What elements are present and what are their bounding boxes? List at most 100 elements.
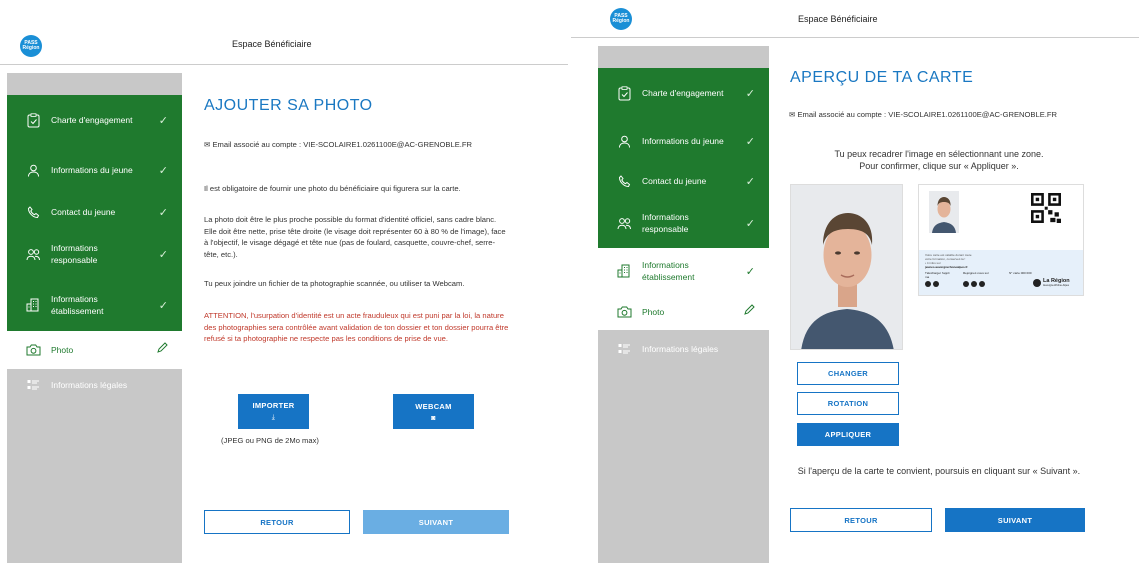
pass-region-logo: PASS Région	[20, 35, 42, 57]
check-icon: ✓	[158, 164, 168, 177]
social-icons	[963, 281, 985, 287]
region-logo: La Région Auvergne-Rhône-Alpes	[1033, 278, 1070, 287]
sidebar-item-responsable[interactable]: Informations responsable ✓	[7, 229, 182, 279]
card-info-band: Votre carte est valable durant toute vot…	[919, 250, 1083, 295]
user-icon	[25, 162, 41, 178]
photo-requirement-text: Il est obligatoire de fournir une photo …	[204, 184, 461, 193]
sidebar-item-legales[interactable]: Informations légales	[598, 334, 769, 364]
users-icon	[25, 246, 41, 262]
site-title: Espace Bénéficiaire	[232, 39, 312, 49]
file-format-hint: (JPEG ou PNG de 2Mo max)	[221, 436, 319, 445]
check-icon: ✓	[745, 175, 755, 188]
rotate-button[interactable]: ROTATION	[797, 392, 899, 415]
header-divider	[0, 64, 568, 65]
card-preview: Votre carte est valable durant toute vot…	[918, 184, 1084, 296]
photo-crop-area[interactable]	[790, 184, 903, 350]
sidebar-item-label: Photo	[642, 307, 665, 317]
pencil-icon	[156, 341, 168, 359]
back-button[interactable]: RETOUR	[790, 508, 932, 532]
users-icon	[616, 215, 632, 231]
app-store-icons	[925, 281, 939, 287]
header-divider	[571, 37, 1139, 38]
photo-format-text: La photo doit être le plus proche possib…	[204, 215, 506, 259]
sidebar-item-label: Informations établissement	[51, 294, 104, 316]
right-screen: PASS Région Espace Bénéficiaire Charte d…	[571, 0, 1139, 563]
sidebar-item-legales[interactable]: Informations légales	[7, 369, 182, 401]
continue-instruction: Si l'aperçu de la carte te convient, pou…	[797, 466, 1081, 476]
check-icon: ✓	[745, 265, 755, 278]
upload-options-text: Tu peux joindre un fichier de ta photogr…	[204, 279, 465, 288]
import-button[interactable]: IMPORTER ⤓	[238, 394, 309, 429]
sidebar-item-charte[interactable]: Charte d'engagement ✓	[7, 95, 182, 145]
camera-icon	[25, 342, 41, 358]
building-icon	[25, 297, 41, 313]
twitter-icon	[971, 281, 977, 287]
next-button[interactable]: SUIVANT	[945, 508, 1085, 532]
check-icon: ✓	[745, 87, 755, 100]
pencil-icon	[743, 303, 755, 321]
account-email: ✉ Email associé au compte : VIE-SCOLAIRE…	[204, 140, 473, 149]
account-email: ✉ Email associé au compte : VIE-SCOLAIRE…	[789, 110, 1058, 119]
sidebar-item-contact[interactable]: Contact du jeune ✓	[7, 195, 182, 229]
sidebar-item-label: Informations légales	[51, 380, 128, 390]
camera-icon: ◙	[431, 414, 436, 422]
sidebar-item-etablissement[interactable]: Informations établissement ✓	[598, 248, 769, 294]
list-icon	[616, 341, 632, 357]
sidebar-item-informations-jeune[interactable]: Informations du jeune ✓	[7, 145, 182, 195]
check-icon: ✓	[158, 299, 168, 312]
sidebar-item-label: Contact du jeune	[51, 207, 116, 217]
sidebar-item-photo[interactable]: Photo	[598, 294, 769, 330]
region-logo-icon	[1033, 279, 1041, 287]
clipboard-icon	[616, 85, 632, 101]
pass-region-logo: PASS Région	[610, 8, 632, 30]
sidebar-item-label: Informations établissement	[642, 260, 695, 282]
app-store-icon	[925, 281, 931, 287]
site-title: Espace Bénéficiaire	[798, 14, 878, 24]
identity-warning-text: ATTENTION, l'usurpation d'identité est u…	[204, 311, 509, 343]
sidebar-item-responsable[interactable]: Informations responsable ✓	[598, 198, 769, 248]
check-icon: ✓	[745, 135, 755, 148]
card-note: Votre carte est valable durant toute vot…	[925, 253, 972, 269]
qr-code-icon	[1031, 193, 1061, 223]
portrait-photo	[791, 185, 902, 349]
sidebar-item-contact[interactable]: Contact du jeune ✓	[598, 164, 769, 198]
card-join-label: Rejoignez-nous sur	[963, 271, 989, 275]
apply-button[interactable]: APPLIQUER	[797, 423, 899, 446]
back-button[interactable]: RETOUR	[204, 510, 350, 534]
phone-icon	[616, 173, 632, 189]
card-photo	[929, 191, 959, 233]
list-icon	[25, 377, 41, 393]
page-title: APERÇU DE TA CARTE	[790, 69, 974, 86]
sidebar: Charte d'engagement ✓ Informations du je…	[7, 73, 182, 563]
sidebar-item-photo[interactable]: Photo	[7, 331, 182, 369]
check-icon: ✓	[158, 206, 168, 219]
facebook-icon	[963, 281, 969, 287]
sidebar-item-label: Charte d'engagement	[642, 88, 724, 98]
sidebar-item-label: Informations responsable	[51, 243, 98, 265]
check-icon: ✓	[158, 248, 168, 261]
next-button[interactable]: SUIVANT	[363, 510, 509, 534]
download-icon: ⤓	[271, 414, 276, 421]
sidebar-item-label: Informations du jeune	[51, 165, 133, 175]
sidebar: Charte d'engagement ✓ Informations du je…	[598, 46, 769, 563]
play-store-icon	[933, 281, 939, 287]
card-number: N° carte 000 000	[1009, 271, 1032, 275]
clipboard-icon	[25, 112, 41, 128]
instagram-icon	[979, 281, 985, 287]
left-screen: PASS Région Espace Bénéficiaire Charte d…	[0, 0, 568, 563]
sidebar-item-etablissement[interactable]: Informations établissement ✓	[7, 279, 182, 331]
sidebar-item-charte[interactable]: Charte d'engagement ✓	[598, 68, 769, 118]
sidebar-item-label: Informations du jeune	[642, 136, 724, 146]
sidebar-item-label: Charte d'engagement	[51, 115, 133, 125]
crop-instruction: Tu peux recadrer l'image en sélectionnan…	[834, 149, 1044, 171]
sidebar-item-informations-jeune[interactable]: Informations du jeune ✓	[598, 118, 769, 164]
page-title: AJOUTER SA PHOTO	[204, 97, 373, 114]
sidebar-item-label: Contact du jeune	[642, 176, 707, 186]
camera-icon	[616, 304, 632, 320]
change-button[interactable]: CHANGER	[797, 362, 899, 385]
card-download-label: Télécharger l'appli ma	[925, 271, 950, 279]
sidebar-item-label: Informations responsable	[642, 212, 689, 234]
webcam-button[interactable]: WEBCAM ◙	[393, 394, 474, 429]
sidebar-item-label: Photo	[51, 345, 74, 355]
phone-icon	[25, 204, 41, 220]
